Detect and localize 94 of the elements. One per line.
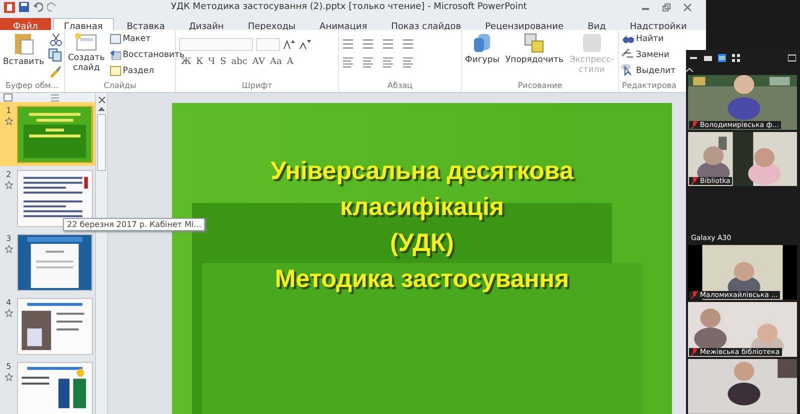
close-icon[interactable] [683,2,692,12]
cursor-icon [623,66,634,76]
group-label: Слайды [102,81,138,92]
align-icon [342,56,354,68]
list-icon [402,38,414,50]
redo-icon[interactable] [47,2,57,12]
arrange-button[interactable]: Упорядочить [505,32,564,65]
group-label: Шрифт [240,81,274,92]
ribbon-tab[interactable]: Анимация [308,18,378,30]
scissors-icon [48,32,62,46]
select-button[interactable]: Выделит [622,64,677,78]
star-icon [4,181,13,189]
ribbon-tab[interactable]: Надстройки [618,18,698,30]
group-label: Рисование [516,81,564,92]
format-button[interactable]: Aa [268,57,284,67]
ribbon-tab[interactable]: Показ слайдов [380,18,472,30]
copy-icon [48,48,62,62]
window-title: УДК Методика застосування (2).pptx [только чтение] - Microsoft PowerPoint [170,2,528,12]
save-icon[interactable] [19,2,29,12]
ribbon-tab[interactable]: Дизайн [178,18,235,30]
replace-icon [623,50,634,60]
star-icon [4,117,13,125]
shapes-button[interactable]: Фигуры [465,32,500,65]
undo-icon[interactable] [33,2,43,12]
file-menu-tab[interactable]: Файл [0,18,51,30]
format-button[interactable]: A [284,57,296,67]
quick-styles-icon [580,32,603,54]
star-icon [4,245,13,253]
replace-button[interactable]: Замени [622,48,670,62]
format-button[interactable]: Ч [206,57,218,67]
group-label: Буфер обм... [4,81,60,92]
grow-font-icon [283,39,296,50]
binoculars-icon [623,34,634,44]
align-icon [362,56,374,68]
font-name-field[interactable] [179,38,253,51]
section-button[interactable]: Раздел [108,64,156,78]
scrollbar-thumb[interactable] [97,114,106,171]
shrink-font-icon [299,39,312,50]
align-icon [402,56,414,68]
slide-number: 2 [6,170,12,179]
restore-icon[interactable] [662,2,671,12]
ribbon-tab[interactable]: Главная [52,18,114,30]
new-slide-button[interactable]: Создать слайд [68,32,105,73]
shapes-icon [472,32,492,54]
format-button[interactable]: Ж [179,57,194,67]
slide-number: 3 [6,234,12,243]
slide-title: Методика застосування [274,264,570,295]
group-label: Абзац [386,81,414,92]
slide-thumbnail[interactable] [17,298,93,355]
strip-view-icon [718,54,726,62]
slide-tooltip: 22 березня 2017 р. Кабінет Мі... [63,218,206,231]
slide-thumbnail[interactable] [17,234,93,291]
slide-thumbnail[interactable] [17,106,93,163]
minimize-icon [690,54,698,62]
ribbon-tab[interactable]: Рецензирование [474,18,575,30]
thumbnail-view-icon [704,54,712,62]
arrange-icon [523,32,546,54]
ribbon-tab[interactable]: Переходы [236,18,307,30]
brush-icon [48,64,62,78]
ribbon-tab[interactable]: Вставка [116,18,176,30]
close-icon [98,96,106,104]
grid-view-icon [732,54,740,62]
find-button[interactable]: Найти [622,32,665,46]
slide-thumbnail[interactable] [17,362,93,414]
align-icon [382,56,394,68]
star-icon [4,373,13,381]
outline-icon [620,46,632,58]
slide-number: 1 [6,106,12,115]
scroll-up-icon [98,106,105,112]
slide-title: (УДК) [390,228,454,259]
expand-icon [788,54,796,62]
collapse-caret-icon [686,68,693,73]
group-label: Редактирова [622,81,678,92]
format-button[interactable]: S [218,57,228,67]
slide-number: 4 [6,298,12,307]
section-icon [110,66,121,76]
powerpoint-logo-icon[interactable] [4,2,15,12]
star-icon [4,309,13,317]
ribbon-tab[interactable]: Вид [576,18,617,30]
list-icon [382,38,394,50]
font-size-field[interactable] [256,38,280,51]
format-button[interactable]: К [194,57,206,67]
slide-title: класифікація [340,192,504,223]
reset-icon [110,50,121,60]
format-button[interactable]: AV [250,57,267,67]
format-button[interactable]: abc [229,57,250,67]
layout-button[interactable]: Макет [108,32,152,46]
paste-button[interactable]: Вставить [3,32,44,67]
outline-tab-icon [50,93,60,102]
slide-title: Універсальна десяткова [270,156,574,187]
layout-icon [110,34,121,44]
slide-number: 5 [6,362,12,371]
list-icon [362,38,374,50]
list-icon [342,38,354,50]
